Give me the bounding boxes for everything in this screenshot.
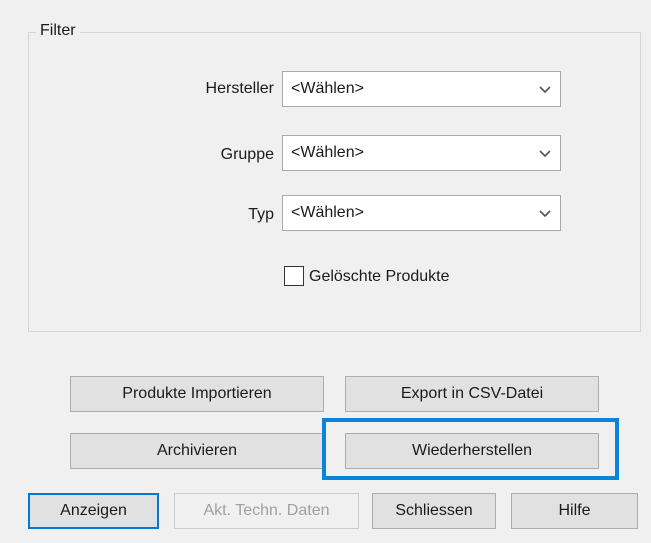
hersteller-label: Hersteller — [205, 80, 274, 97]
export-csv-button[interactable]: Export in CSV-Datei — [345, 376, 599, 412]
hersteller-value: <Wählen> — [291, 80, 364, 97]
gruppe-dropdown[interactable]: <Wählen> — [282, 135, 561, 171]
chevron-down-icon — [539, 150, 551, 158]
geloeschte-produkte-checkbox[interactable] — [284, 266, 304, 286]
gruppe-value: <Wählen> — [291, 144, 364, 161]
typ-value: <Wählen> — [291, 204, 364, 221]
geloeschte-produkte-label[interactable]: Gelöschte Produkte — [309, 267, 450, 287]
archivieren-button[interactable]: Archivieren — [70, 433, 324, 469]
anzeigen-button[interactable]: Anzeigen — [28, 493, 159, 529]
gruppe-label: Gruppe — [220, 146, 274, 163]
chevron-down-icon — [539, 210, 551, 218]
hersteller-dropdown[interactable]: <Wählen> — [282, 71, 561, 107]
chevron-down-icon — [539, 86, 551, 94]
typ-label: Typ — [248, 206, 274, 223]
wiederherstellen-button[interactable]: Wiederherstellen — [345, 433, 599, 469]
schliessen-button[interactable]: Schliessen — [372, 493, 496, 529]
filter-legend: Filter — [36, 21, 80, 41]
typ-dropdown[interactable]: <Wählen> — [282, 195, 561, 231]
produkte-importieren-button[interactable]: Produkte Importieren — [70, 376, 324, 412]
akt-techn-daten-button: Akt. Techn. Daten — [174, 493, 359, 529]
hilfe-button[interactable]: Hilfe — [511, 493, 638, 529]
